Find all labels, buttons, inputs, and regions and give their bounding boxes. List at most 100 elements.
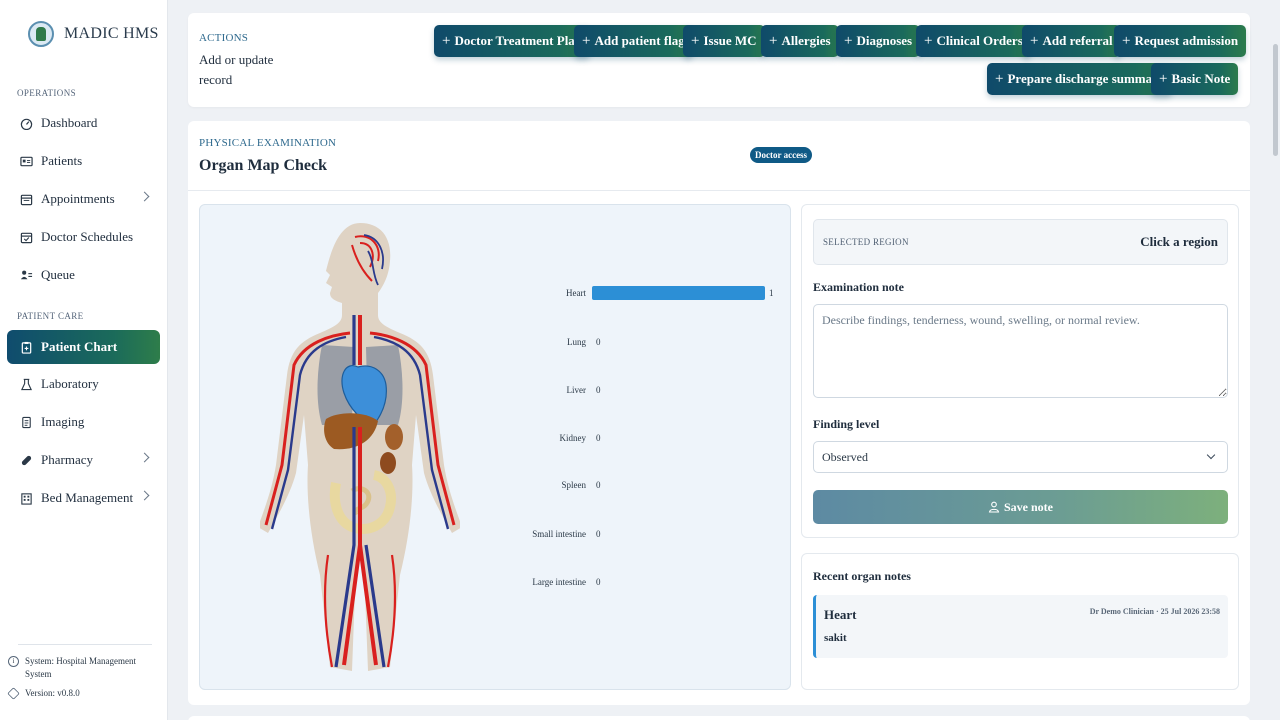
organ-bar-count: 0 [596, 337, 601, 347]
dashboard-icon [19, 116, 33, 130]
organ-bar-count: 1 [769, 288, 774, 298]
queue-icon [19, 268, 33, 282]
add-referral-button[interactable]: + Add referral [1022, 25, 1121, 57]
building-icon [19, 491, 33, 505]
examination-form: SELECTED REGION Click a region Examinati… [801, 204, 1239, 538]
system-info: i System: Hospital Management System [8, 655, 160, 681]
organ-bar-label: Lung [567, 337, 586, 347]
selected-region-value: Click a region [1140, 234, 1218, 249]
add-patient-flag-button[interactable]: + Add patient flag [574, 25, 693, 57]
user-icon [988, 501, 1000, 513]
organ-map-panel: Heart 1 Lung 0 Liver 0 Kidney 0 Spleen 0… [199, 204, 791, 690]
sidebar-item-bed-management[interactable]: Bed Management [7, 481, 160, 515]
issue-mc-button[interactable]: + Issue MC [683, 25, 765, 57]
save-note-button[interactable]: Save note [813, 490, 1228, 524]
pill-icon [19, 453, 33, 467]
organ-bar-label: Liver [566, 385, 587, 395]
plus-icon: + [995, 70, 1004, 87]
organ-bar-row[interactable]: Small intestine 0 [500, 526, 601, 542]
diagnoses-button[interactable]: + Diagnoses [836, 25, 921, 57]
sidebar-item-laboratory[interactable]: Laboratory [7, 367, 160, 401]
finding-level-select[interactable]: Observed [813, 441, 1228, 473]
plus-icon: + [769, 32, 778, 49]
sidebar-item-label: Queue [41, 267, 75, 282]
prepare-discharge-summary-button[interactable]: + Prepare discharge summary [987, 63, 1173, 95]
id-card-icon [19, 154, 33, 168]
plus-icon: + [691, 32, 700, 49]
exam-header: PHYSICAL EXAMINATION Organ Map Check Doc… [188, 121, 1250, 191]
organ-bar-row[interactable]: Heart 1 [500, 285, 774, 301]
organ-bar-row[interactable]: Liver 0 [500, 382, 601, 398]
actions-label: ACTIONS [199, 32, 249, 44]
divider [18, 644, 152, 645]
sidebar-item-label: Laboratory [41, 376, 99, 391]
sidebar-item-label: Bed Management [41, 490, 134, 505]
plus-icon: + [442, 32, 451, 49]
note-meta: Dr Demo Clinician · 25 Jul 2026 23:58 [1089, 607, 1220, 616]
system-text: System: Hospital Management System [25, 656, 136, 679]
doctor-treatment-plan-button[interactable]: + Doctor Treatment Plan [434, 25, 591, 57]
body-map[interactable] [260, 215, 460, 677]
selected-region-label: SELECTED REGION [823, 237, 909, 247]
file-icon [19, 415, 33, 429]
sidebar-item-doctor-schedules[interactable]: Doctor Schedules [7, 220, 160, 254]
brand[interactable]: MADIC HMS [0, 0, 167, 56]
sidebar-item-label: Appointments [41, 191, 115, 206]
exam-section-label: PHYSICAL EXAMINATION [199, 137, 337, 149]
allergies-button[interactable]: + Allergies [761, 25, 839, 57]
organ-bar-count: 0 [596, 480, 601, 490]
chevron-right-icon [139, 452, 150, 463]
organ-bar-count: 0 [596, 433, 601, 443]
page-scrollbar[interactable] [1273, 44, 1278, 156]
sidebar-item-label: Patient Chart [41, 339, 118, 354]
list-item[interactable]: Heart Dr Demo Clinician · 25 Jul 2026 23… [813, 595, 1228, 658]
sidebar-item-label: Patients [41, 153, 83, 168]
nav-section-patient-care: PATIENT CARE [17, 311, 84, 321]
clinical-orders-button[interactable]: + Clinical Orders [916, 25, 1031, 57]
organ-bar-count: 0 [596, 529, 601, 539]
plus-icon: + [1122, 32, 1131, 49]
nav-section-operations: OPERATIONS [17, 88, 77, 98]
tag-icon [7, 687, 20, 700]
sidebar-item-dashboard[interactable]: Dashboard [7, 106, 160, 140]
info-icon: i [8, 656, 19, 667]
organ-bar-row[interactable]: Lung 0 [500, 334, 601, 350]
sidebar-item-pharmacy[interactable]: Pharmacy [7, 443, 160, 477]
flask-icon [19, 377, 33, 391]
actions-card: ACTIONS Add or update record + Doctor Tre… [188, 13, 1250, 107]
sidebar-item-queue[interactable]: Queue [7, 258, 160, 292]
examination-note-input[interactable] [813, 304, 1228, 398]
spleen-organ[interactable] [385, 424, 403, 450]
organ-bar-label: Heart [566, 288, 586, 298]
plus-icon: + [924, 32, 933, 49]
actions-subtitle: Add or update record [199, 52, 274, 87]
organ-bar-label: Small intestine [532, 529, 586, 539]
sidebar-item-appointments[interactable]: Appointments [7, 182, 160, 216]
sidebar-item-patients[interactable]: Patients [7, 144, 160, 178]
kidney-organ[interactable] [380, 452, 396, 474]
sidebar-item-patient-chart[interactable]: Patient Chart [7, 330, 160, 364]
organ-bar-label: Spleen [561, 480, 587, 490]
sidebar-item-label: Pharmacy [41, 452, 93, 467]
organ-bar-fill [592, 286, 765, 300]
physical-exam-card: PHYSICAL EXAMINATION Organ Map Check Doc… [188, 121, 1250, 705]
note-organ: Heart [824, 607, 857, 622]
brand-name: MADIC HMS [64, 25, 159, 42]
calendar-icon [19, 192, 33, 206]
request-admission-button[interactable]: + Request admission [1114, 25, 1247, 57]
sidebar-item-imaging[interactable]: Imaging [7, 405, 160, 439]
examination-note-label: Examination note [813, 280, 905, 294]
basic-note-button[interactable]: + Basic Note [1151, 63, 1239, 95]
organ-bar-label: Kidney [559, 433, 587, 443]
organ-bar-row[interactable]: Large intestine 0 [500, 574, 601, 590]
finding-level-value: Observed [822, 449, 868, 464]
chevron-right-icon [139, 490, 150, 501]
plus-icon: + [582, 32, 591, 49]
organ-bar-row[interactable]: Kidney 0 [500, 430, 601, 446]
organ-bar-label: Large intestine [532, 577, 586, 587]
brand-logo-icon [28, 21, 54, 47]
organ-bar-count: 0 [596, 577, 601, 587]
sidebar-item-label: Imaging [41, 414, 85, 429]
organ-bar-count: 0 [596, 385, 601, 395]
organ-bar-row[interactable]: Spleen 0 [500, 477, 601, 493]
